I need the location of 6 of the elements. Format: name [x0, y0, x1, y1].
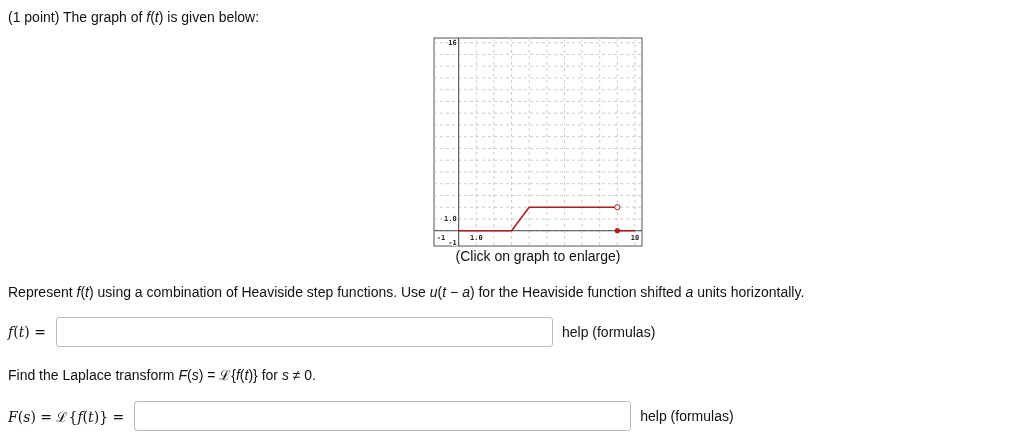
instruction-text: Represent f(t) using a combination of Heaviside step functions. Use u(t − a) for the Heaviside function shifted a units horizontally. — [8, 284, 806, 300]
problem-intro: (1 point) The graph of f(t) is given below: — [8, 9, 261, 25]
graph-caption: (Click on graph to enlarge) — [455, 248, 621, 264]
answer-label: f(t) = — [8, 324, 46, 340]
answer-label: F(s) = ℒ{f(t)} = — [8, 407, 125, 426]
question-text: Find the Laplace transform F(s) = ℒ{f(t)} for s ≠ 0. — [8, 366, 317, 384]
